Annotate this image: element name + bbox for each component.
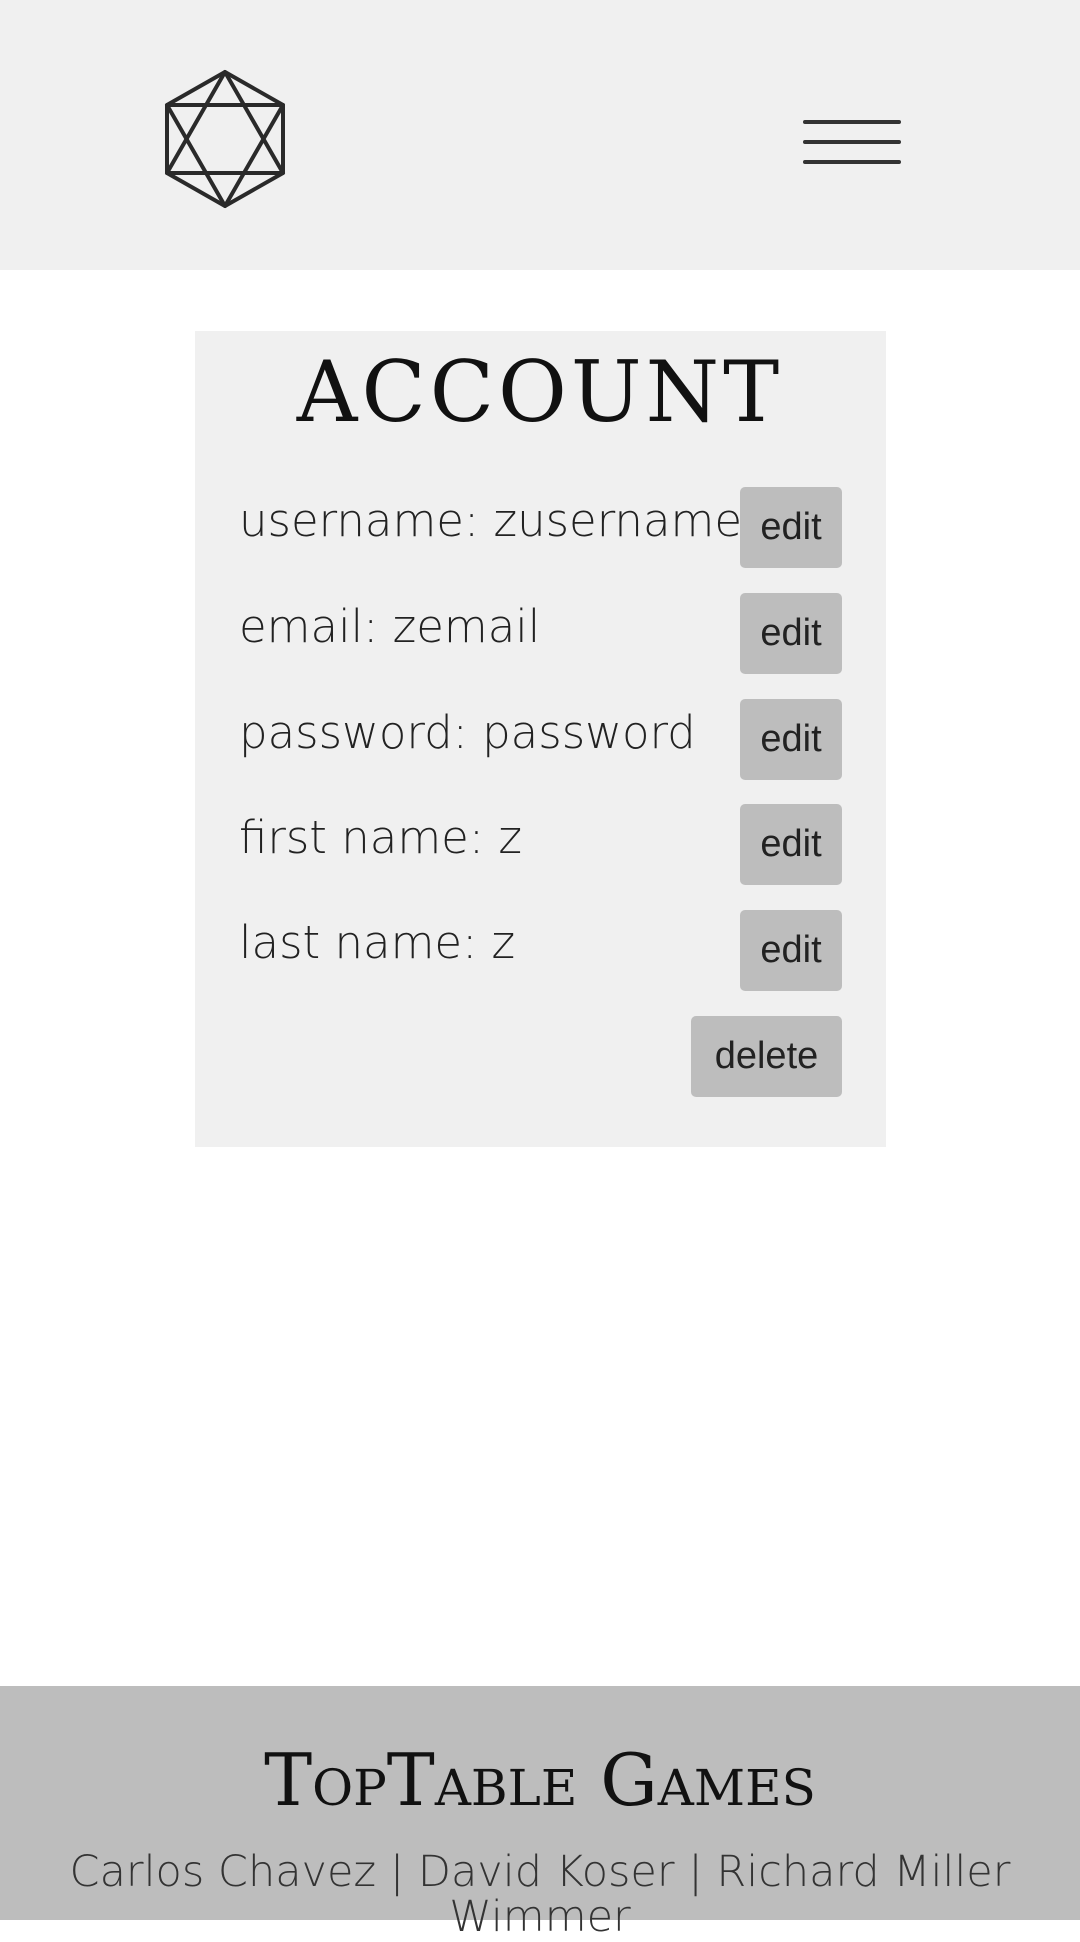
top-header — [0, 0, 1080, 270]
menu-bar-middle — [803, 140, 901, 144]
first-name-label: first name: z — [239, 811, 522, 864]
menu-bar-bottom — [803, 160, 901, 164]
email-label: email: zemail — [239, 600, 541, 653]
account-title: ACCOUNT — [296, 343, 784, 441]
edit-username-button[interactable]: edit — [740, 487, 842, 568]
delete-account-button[interactable]: delete — [691, 1016, 842, 1097]
edit-first-name-button[interactable]: edit — [740, 804, 842, 885]
edit-email-button[interactable]: edit — [740, 593, 842, 674]
footer-title: TopTable Games — [264, 1738, 816, 1822]
hamburger-menu-button[interactable] — [795, 108, 907, 178]
last-name-label: last name: z — [239, 916, 516, 969]
d20-hexagram-logo-icon[interactable] — [162, 68, 288, 210]
footer-credits: Carlos Chavez | David Koser | Richard Mi… — [69, 1847, 1011, 1942]
edit-password-button[interactable]: edit — [740, 699, 842, 780]
username-label: username: zusername — [239, 494, 743, 547]
edit-last-name-button[interactable]: edit — [740, 910, 842, 991]
menu-bar-top — [803, 120, 901, 124]
password-label: password: password — [239, 706, 696, 759]
